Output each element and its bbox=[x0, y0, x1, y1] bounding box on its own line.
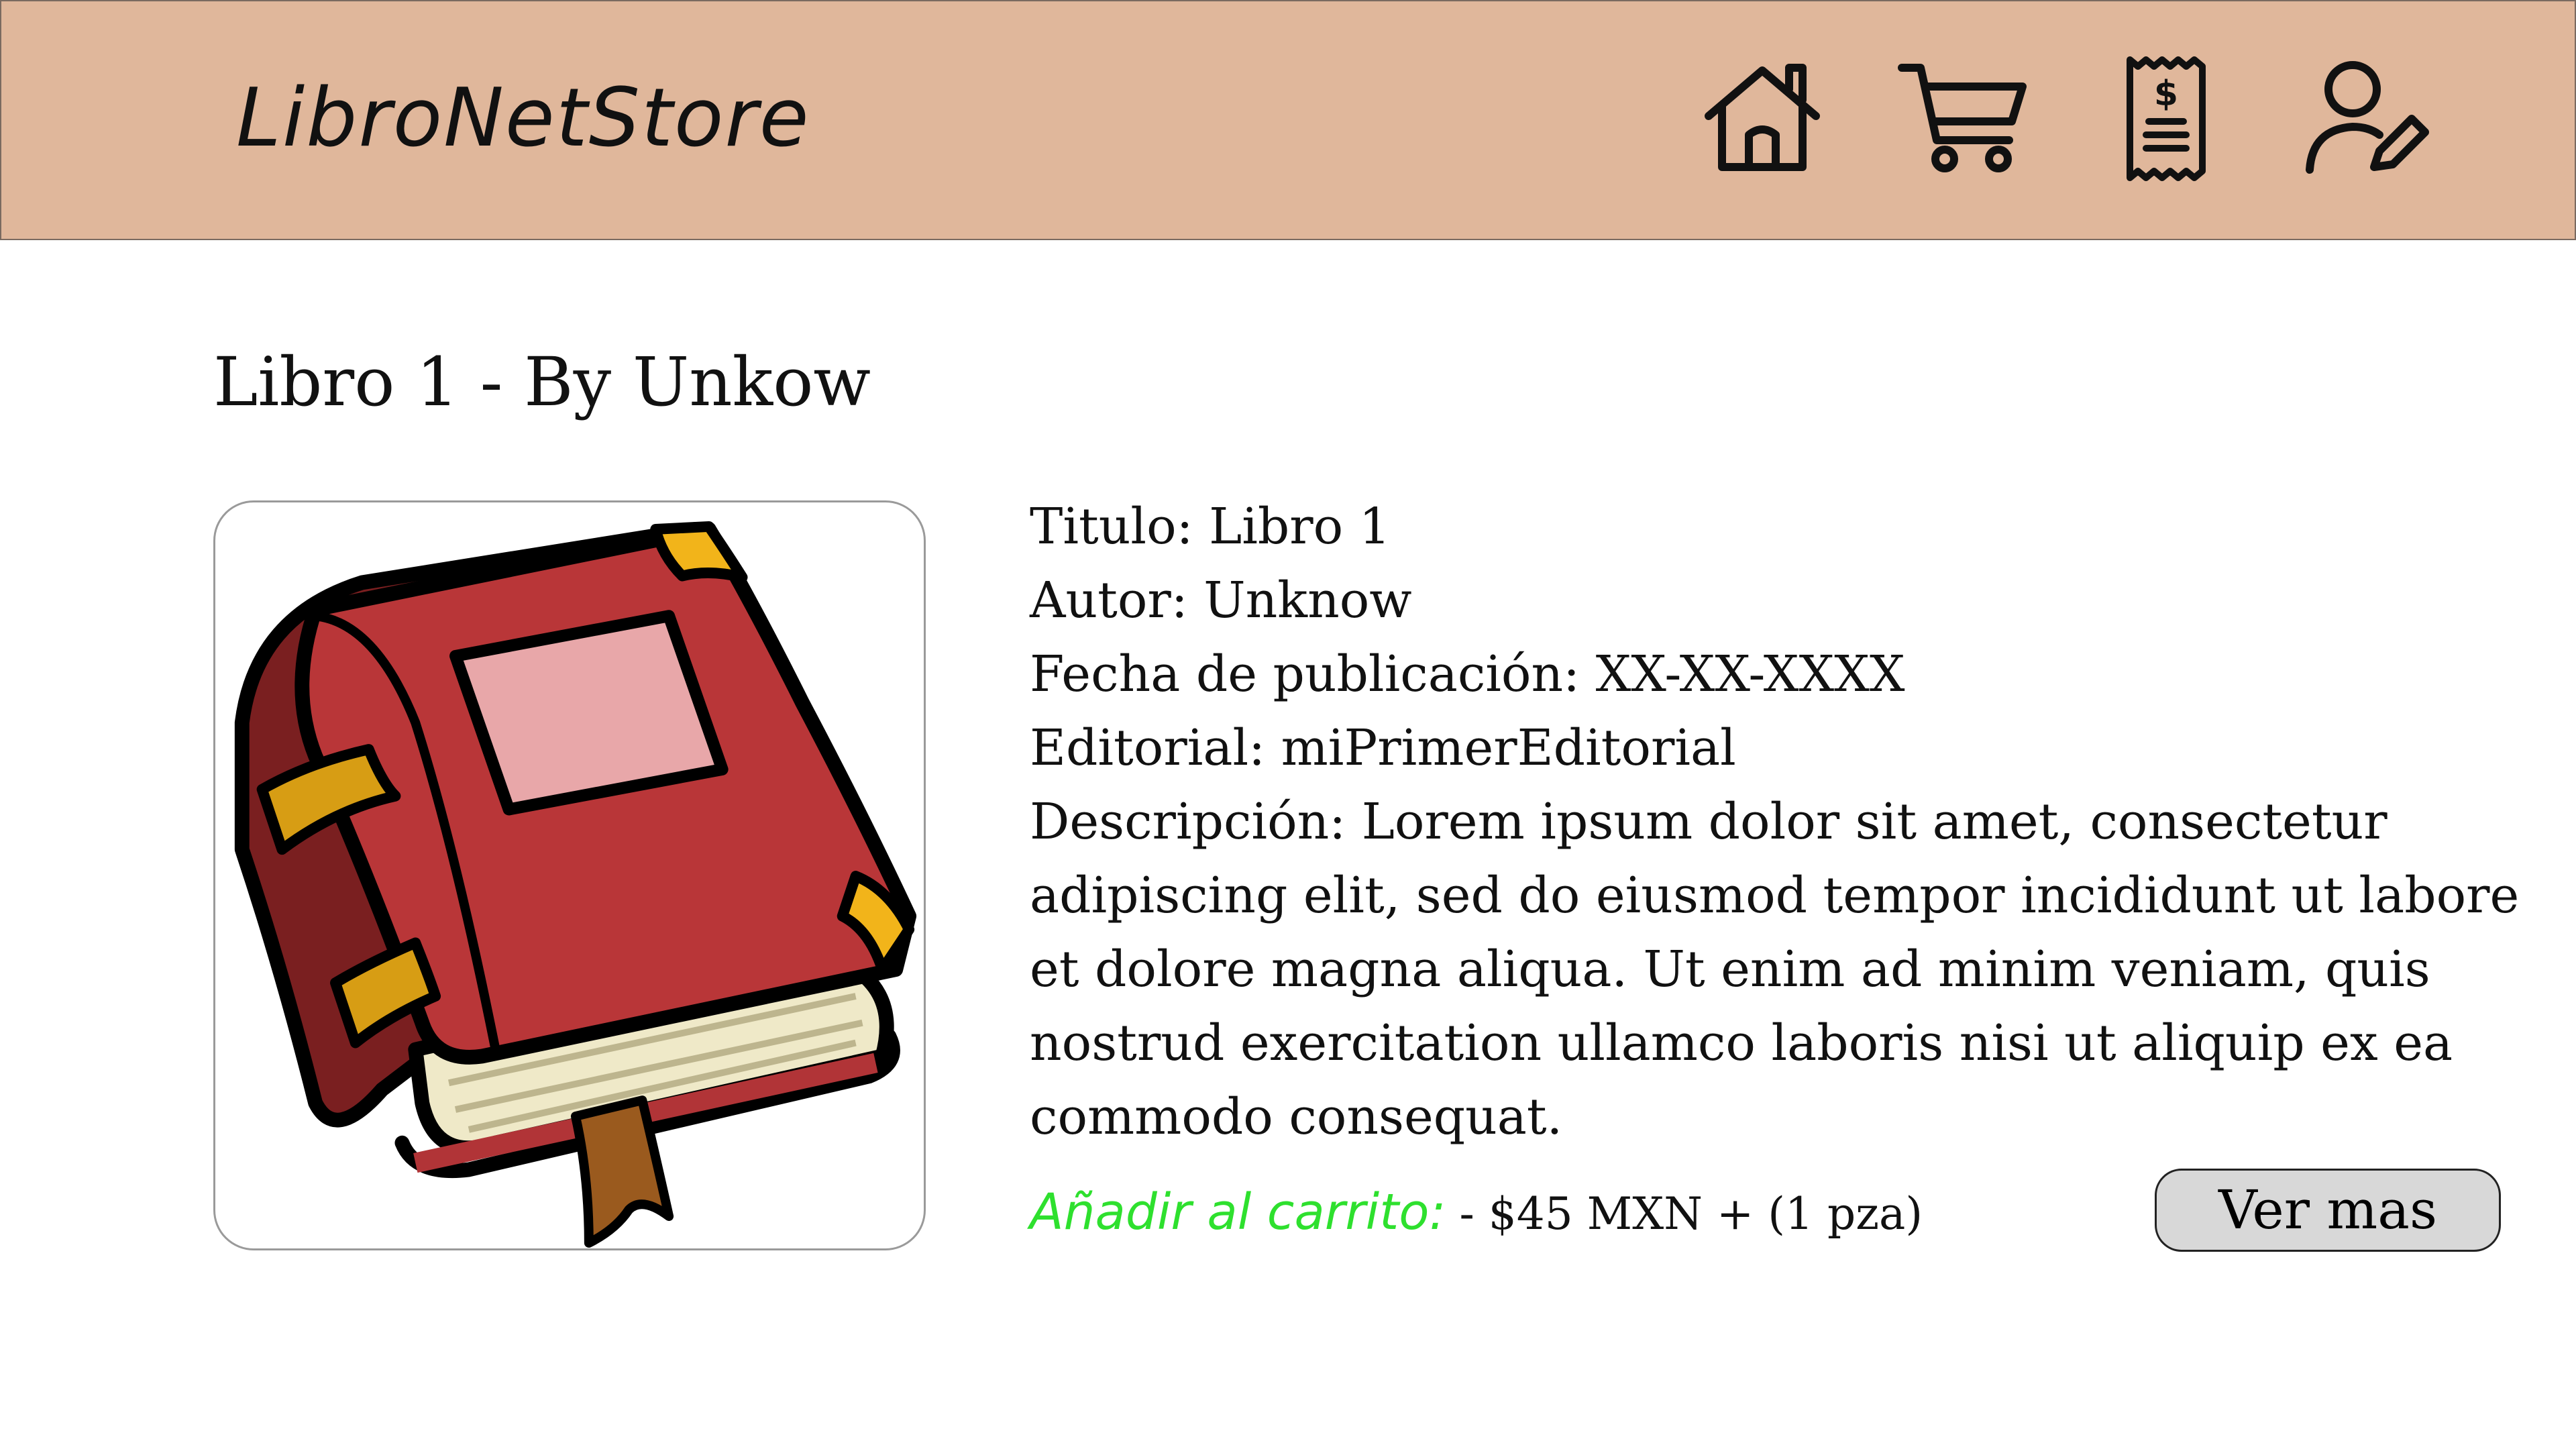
detail-publish-date: Fecha de publicación: XX-XX-XXXX bbox=[1030, 645, 1905, 703]
add-to-cart-row: Añadir al carrito: - $45 MXN + (1 pza) bbox=[1030, 1175, 1923, 1249]
user-edit-icon[interactable] bbox=[2299, 52, 2433, 186]
detail-title: Titulo: Libro 1 bbox=[1030, 498, 1391, 555]
book-cover-image bbox=[213, 500, 926, 1250]
receipt-icon[interactable]: $ bbox=[2098, 52, 2232, 186]
book-details: Titulo: Libro 1 Autor: Unknow Fecha de p… bbox=[1030, 490, 2539, 1154]
detail-publisher: Editorial: miPrimerEditorial bbox=[1030, 719, 1736, 777]
book-illustration bbox=[234, 521, 917, 1248]
detail-description: Descripción: Lorem ipsum dolor sit amet,… bbox=[1030, 793, 2520, 1146]
add-to-cart-link[interactable]: Añadir al carrito: bbox=[1030, 1183, 1446, 1241]
svg-text:$: $ bbox=[2154, 74, 2178, 114]
top-header: LibroNetStore $ bbox=[0, 0, 2576, 240]
page-title: Libro 1 - By Unkow bbox=[213, 343, 871, 421]
detail-author: Autor: Unknow bbox=[1030, 572, 1412, 629]
cart-icon[interactable] bbox=[1896, 52, 2031, 186]
see-more-button[interactable]: Ver mas bbox=[2155, 1169, 2501, 1252]
brand-logo-text[interactable]: LibroNetStore bbox=[236, 68, 810, 169]
home-icon[interactable] bbox=[1695, 52, 1829, 186]
price-text: - $45 MXN + (1 pza) bbox=[1459, 1188, 1923, 1240]
